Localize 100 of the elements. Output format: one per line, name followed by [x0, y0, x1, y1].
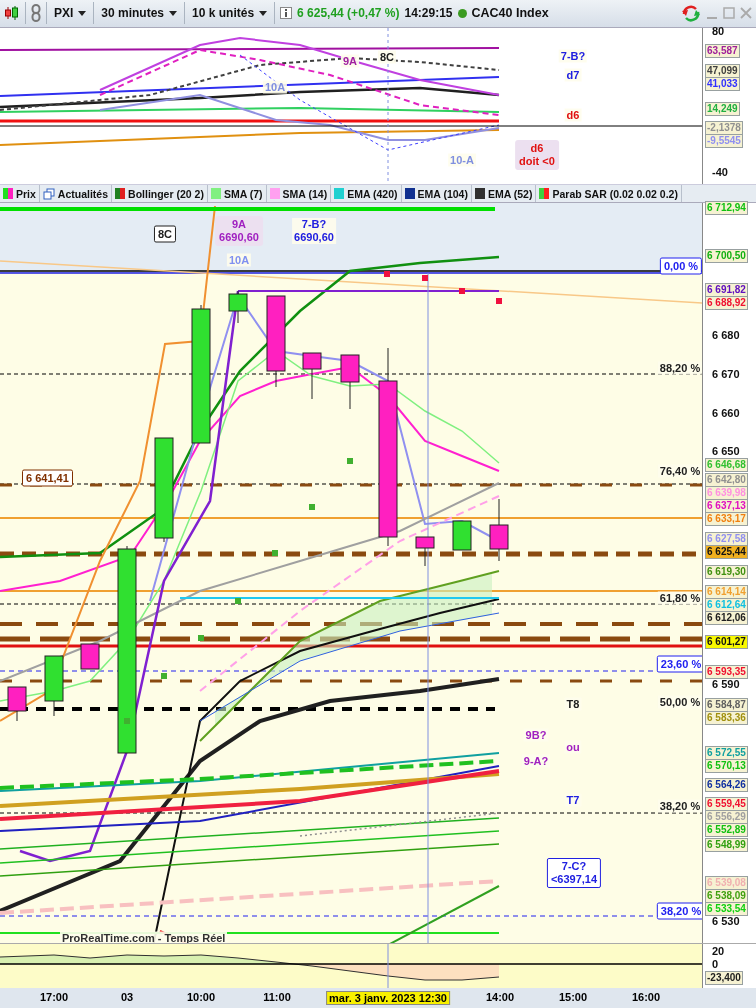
price-tag: 6 570,13 [705, 759, 748, 774]
chart-annotation: 6 641,41 [22, 469, 73, 487]
chart-annotation: 0,00 % [659, 257, 702, 275]
chart-annotation: 9A 6690,60 [215, 216, 263, 247]
chart-annotation: 50,00 % [657, 695, 702, 709]
price-tag: -2,1378 [705, 121, 743, 136]
candlestick [228, 290, 248, 324]
price-tag: 6 642,80 [705, 473, 748, 488]
price-tag: 6 593,35 [705, 665, 748, 680]
chart-annotation: 10-A [448, 153, 476, 167]
legend-item[interactable]: Bollinger (20 2) [112, 185, 208, 203]
price-tag: 6 691,82 [705, 283, 748, 297]
price-tag: 6 601,27 [705, 634, 748, 649]
candlestick [452, 520, 472, 551]
legend-item[interactable]: EMA (52) [471, 185, 537, 203]
axis-tick-label: 6 650 [711, 445, 741, 458]
close-icon[interactable] [740, 7, 752, 20]
time-axis-label: 15:00 [558, 991, 588, 1004]
legend-item[interactable]: Parab SAR (0.02 0.02 0.2) [536, 185, 682, 203]
chart-annotation: d6 doit <0 [515, 139, 559, 170]
chart-annotation: 7-B? 6690,60 [292, 218, 336, 245]
price-tag: 6 614,14 [705, 584, 748, 599]
price-tag: 6 712,94 [705, 201, 748, 215]
price-tag: 6 572,55 [705, 746, 748, 761]
chain-link-icon[interactable] [31, 4, 41, 23]
crosshair-line [387, 944, 389, 989]
price-tag: 6 639,98 [705, 486, 748, 501]
price-tag: 6 539,08 [705, 876, 748, 891]
chart-annotation: 76,40 % [657, 464, 702, 478]
chart-annotation: 10A [262, 80, 288, 94]
chart-annotation: ou [564, 740, 582, 754]
axis-tick-label: 6 590 [711, 678, 741, 691]
axis-tick-label: 6 530 [711, 915, 741, 928]
time-text: 14:29:15 [404, 6, 453, 21]
price-tag: -9,5545 [705, 134, 743, 149]
legend-item[interactable]: Actualités [39, 185, 113, 203]
legend-item[interactable]: Prix [0, 185, 40, 203]
refresh-icon[interactable] [681, 4, 701, 23]
price-tag: 6 533,54 [705, 902, 748, 917]
chart-annotation: 38,20 % [657, 799, 702, 813]
axis-tick-label: 80 [711, 24, 726, 37]
symbol-dropdown[interactable]: PXI [52, 6, 89, 21]
price-tag: 6 619,30 [705, 564, 748, 579]
chart-annotation: 23,60 % [656, 655, 702, 673]
time-axis-label: 11:00 [263, 991, 291, 1004]
price-tag: 6 559,45 [705, 797, 748, 811]
price-tag: 6 646,68 [705, 458, 748, 473]
price-tag: 6 700,50 [705, 249, 748, 264]
price-tag: 6 583,36 [705, 711, 748, 726]
chart-annotation: 9B? [523, 728, 549, 742]
chart-annotation: 61,80 % [657, 591, 702, 605]
chart-annotation: 9A [340, 54, 360, 68]
axis-tick-label: 0 [711, 958, 720, 971]
chart-annotation: ProRealTime.com - Temps Réel [60, 931, 228, 944]
price-tag: 6 564,26 [705, 778, 748, 793]
caret-icon [259, 10, 268, 16]
legend-item[interactable]: EMA (104) [401, 185, 472, 203]
candlestick [7, 686, 27, 722]
info-icon[interactable] [280, 7, 293, 20]
price-tag: 6 538,09 [705, 889, 748, 904]
legend-item[interactable]: SMA (14) [266, 185, 332, 203]
axis-tick-label: 6 660 [711, 406, 741, 419]
price-tag: 6 637,13 [705, 499, 748, 514]
time-axis-label: 03 [120, 991, 134, 1004]
caret-icon [78, 10, 87, 16]
price-tag: 6 627,58 [705, 532, 748, 547]
time-axis-label: 10:00 [186, 991, 216, 1004]
chart-annotation: 8C [153, 225, 177, 243]
interval-dropdown[interactable]: 30 minutes [99, 6, 180, 21]
chart-annotation: T8 [564, 697, 582, 711]
time-axis-label: 14:00 [485, 991, 515, 1004]
price-tag: 6 584,87 [705, 698, 748, 713]
caret-icon [169, 10, 178, 16]
units-dropdown[interactable]: 10 k unités [190, 6, 270, 21]
time-axis-label: mar. 3 janv. 2023 12:30 [326, 991, 450, 1006]
news-icon [42, 187, 55, 200]
price-change-text: 6 625,44 (+0,47 %) [297, 6, 400, 21]
price-tag: 6 625,44 [705, 545, 748, 560]
legend-item[interactable]: SMA (7) [207, 185, 267, 203]
chart-annotation: 9-A? [521, 754, 551, 768]
candlestick [44, 655, 64, 717]
candlestick [489, 498, 509, 562]
candlestick-icon[interactable] [4, 5, 20, 22]
price-tag: 6 633,17 [705, 512, 748, 527]
chart-annotation: 8C [377, 50, 397, 64]
candlestick [302, 352, 322, 400]
chart-annotation: 38,20 % [656, 902, 702, 920]
time-axis-label: 16:00 [631, 991, 661, 1004]
chart-annotation: 88,20 % [657, 361, 702, 375]
candlestick [415, 536, 435, 567]
chart-annotation: d6 [564, 108, 582, 122]
chart-annotation: 7-B? [558, 49, 588, 63]
chart-annotation: 7-C? <6397,14 [546, 858, 602, 889]
price-tag: 6 548,99 [705, 837, 748, 852]
axis-tick-label: 20 [711, 945, 726, 958]
chart-annotation: T7 [564, 793, 582, 807]
axis-tick-label: 6 680 [711, 328, 741, 341]
time-axis-label: 17:00 [39, 991, 69, 1004]
legend-item[interactable]: EMA (420) [331, 185, 402, 203]
price-tag: 47,099 [705, 63, 740, 78]
